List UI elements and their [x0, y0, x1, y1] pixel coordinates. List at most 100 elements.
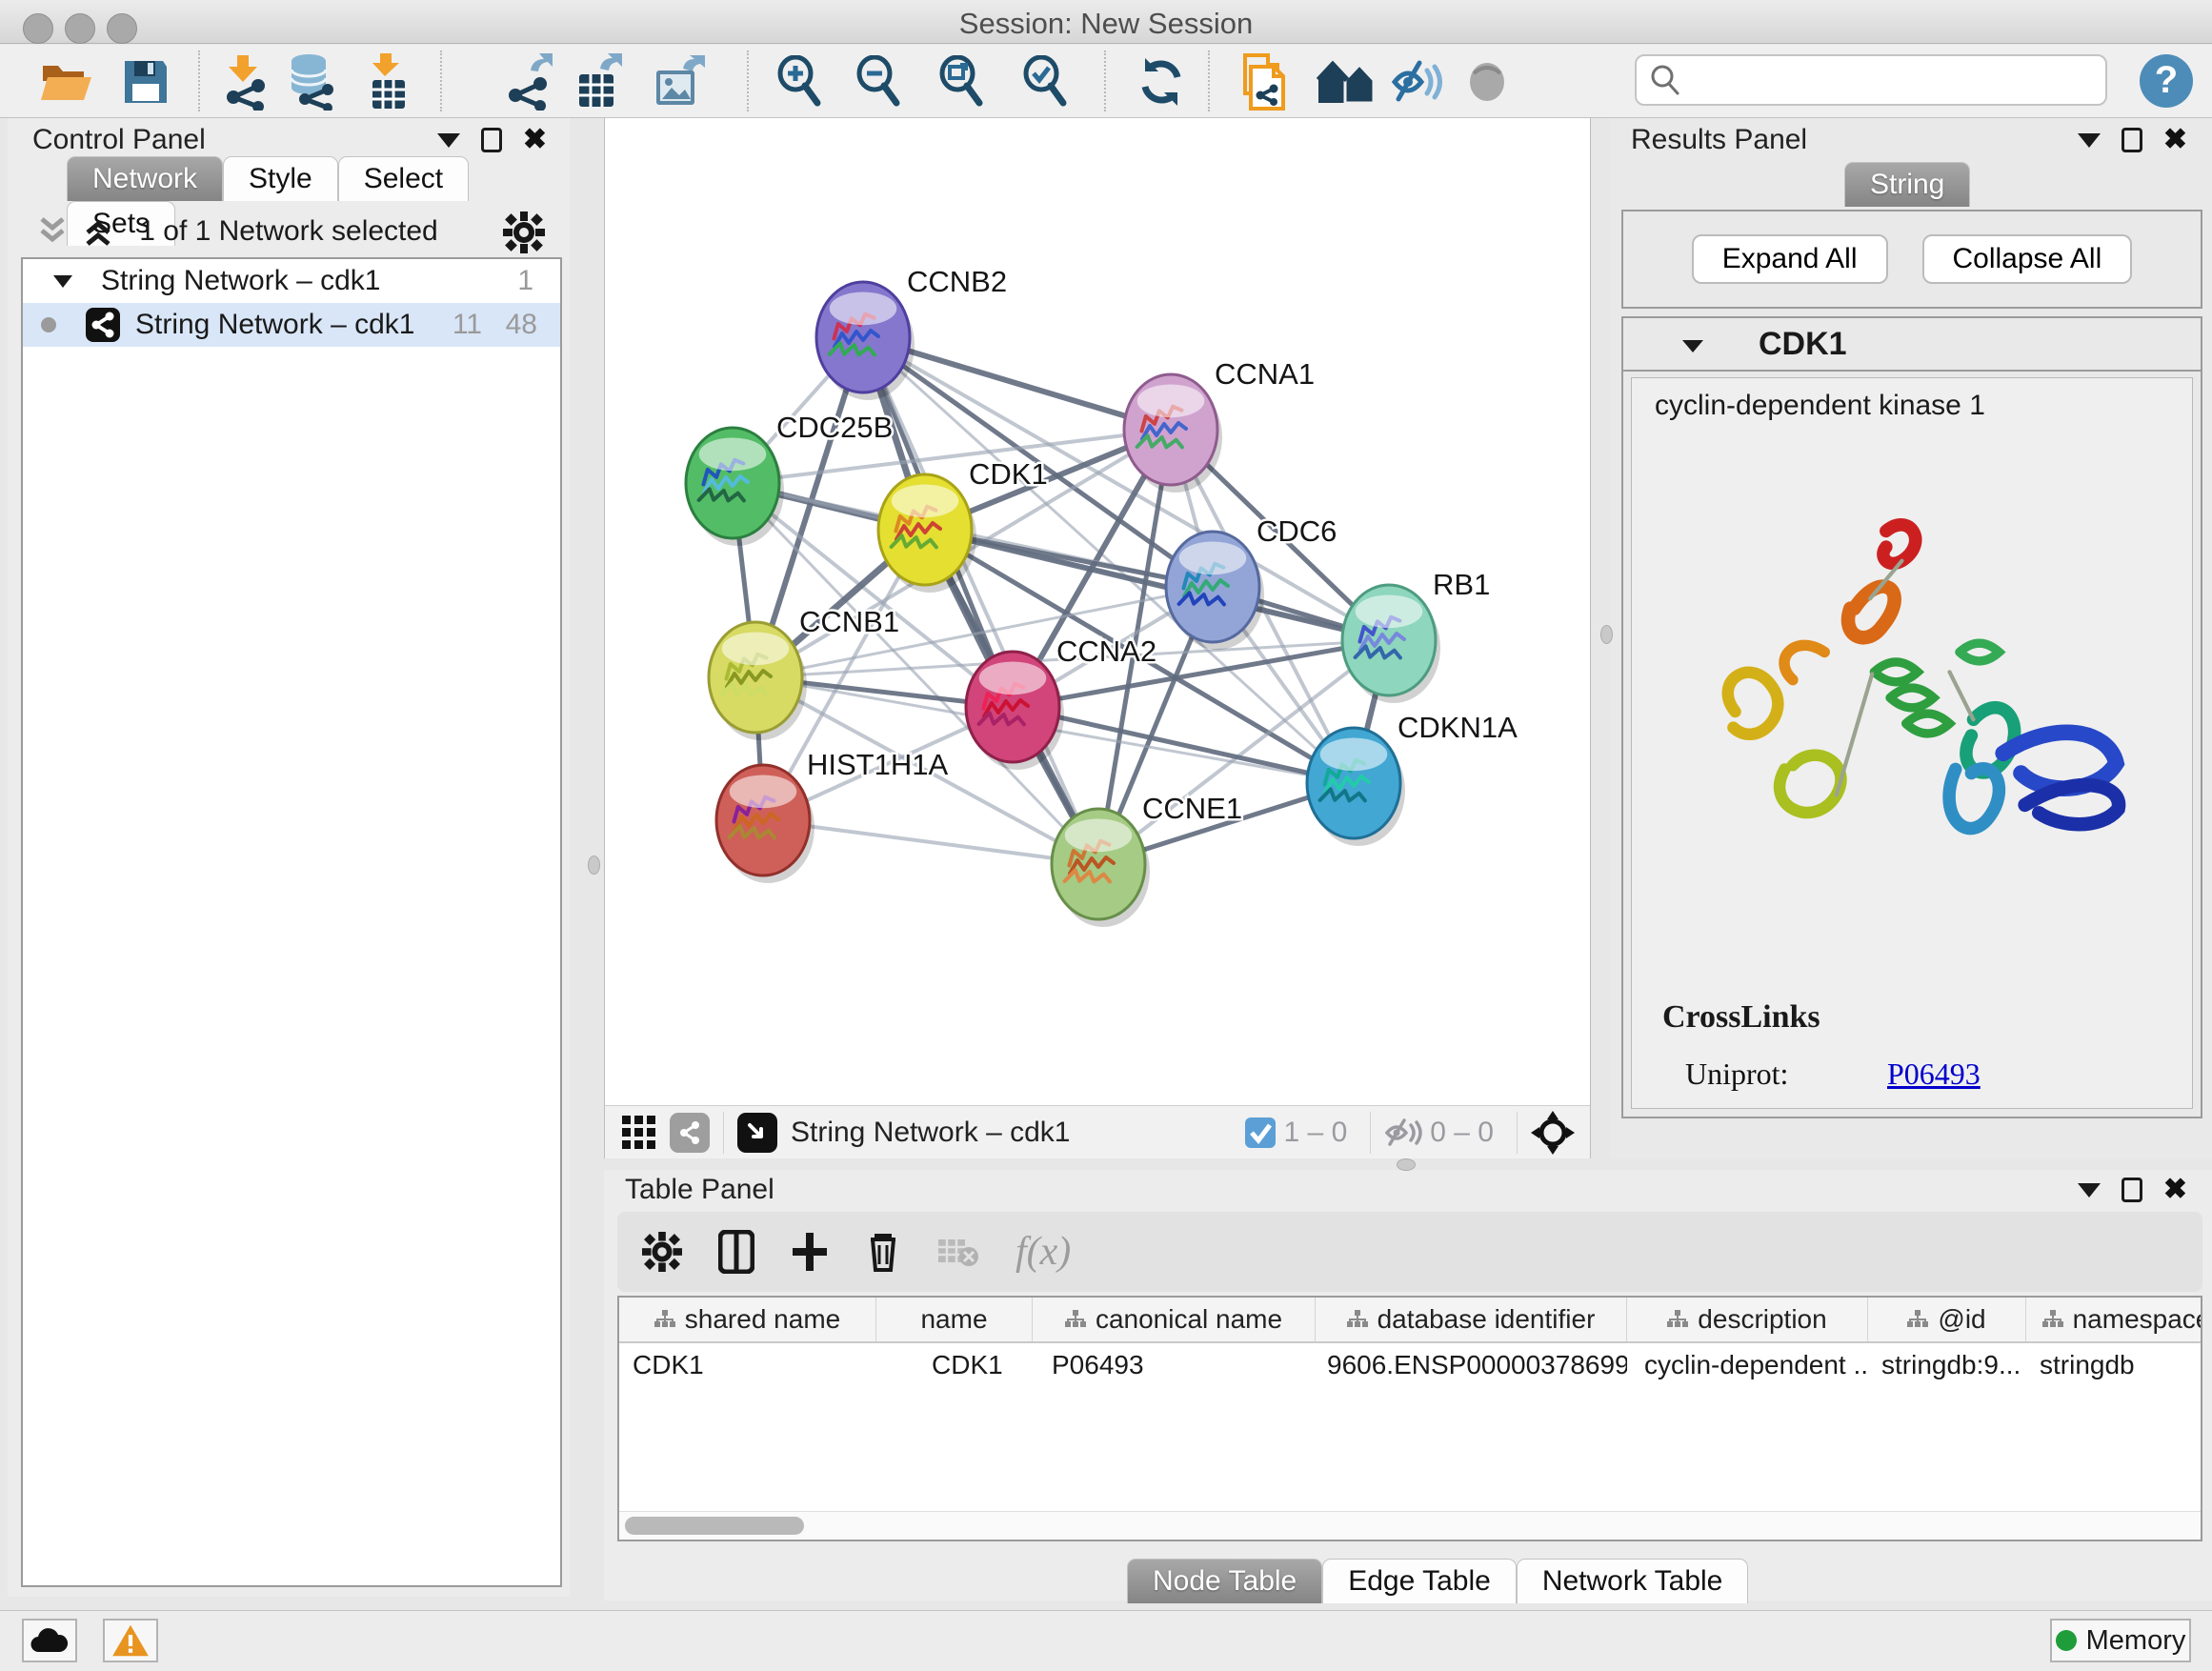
- network-node-CCNA1[interactable]: CCNA1: [1124, 357, 1315, 493]
- cell-namespace[interactable]: stringdb: [2026, 1343, 2202, 1387]
- left-splitter-grip[interactable]: [588, 856, 600, 875]
- hidden-eye-icon[interactable]: [1384, 1117, 1422, 1149]
- column-header[interactable]: database identifier: [1316, 1298, 1627, 1341]
- eye-gray-icon: [1461, 58, 1513, 106]
- network-edge[interactable]: [863, 337, 1098, 864]
- network-node-CDC6[interactable]: CDC6: [1166, 514, 1337, 650]
- column-header[interactable]: canonical name: [1033, 1298, 1316, 1341]
- panel-menu-icon[interactable]: [437, 133, 460, 148]
- cell-id[interactable]: stringdb:9...: [1868, 1343, 2026, 1387]
- close-panel-icon[interactable]: ✖: [523, 128, 547, 152]
- import-network-database-button[interactable]: [280, 52, 343, 111]
- center-view-crosshair-icon[interactable]: [1531, 1111, 1575, 1155]
- column-header[interactable]: namespace: [2026, 1298, 2202, 1341]
- network-node-CDC25B[interactable]: CDC25B: [686, 411, 893, 546]
- network-node-CDK1[interactable]: CDK1: [878, 457, 1048, 593]
- import-network-file-button[interactable]: [214, 52, 277, 111]
- float-panel-icon[interactable]: [481, 128, 502, 152]
- float-panel-icon[interactable]: [2122, 128, 2142, 152]
- column-header[interactable]: description: [1627, 1298, 1868, 1341]
- cell-name[interactable]: CDK1: [876, 1343, 1033, 1387]
- save-session-button[interactable]: [114, 52, 177, 111]
- node-table: shared name name canonical name database…: [617, 1296, 2202, 1541]
- network-collection-row[interactable]: String Network – cdk1 1: [23, 259, 560, 303]
- results-entry-header[interactable]: CDK1: [1623, 318, 2201, 372]
- show-columns-icon[interactable]: [718, 1230, 754, 1274]
- share-view-icon[interactable]: [670, 1113, 710, 1153]
- delete-table-icon[interactable]: [937, 1236, 979, 1268]
- table-panel-title: Table Panel: [625, 1174, 774, 1206]
- network-node-CCNA2[interactable]: CCNA2: [966, 634, 1156, 770]
- expand-all-button[interactable]: Expand All: [1692, 234, 1888, 284]
- clone-network-button[interactable]: [1231, 52, 1294, 111]
- cloud-status-button[interactable]: [22, 1619, 77, 1662]
- toggle-enhanced-labels-button[interactable]: [1387, 52, 1450, 111]
- column-header[interactable]: shared name: [619, 1298, 876, 1341]
- close-panel-icon[interactable]: ✖: [2163, 128, 2187, 152]
- network-node-CDKN1A[interactable]: CDKN1A: [1307, 711, 1518, 846]
- network-node-CCNB1[interactable]: CCNB1: [709, 605, 899, 740]
- cell-shared-name[interactable]: CDK1: [619, 1343, 876, 1387]
- export-image-button[interactable]: [649, 52, 712, 111]
- network-node-RB1[interactable]: RB1: [1342, 568, 1490, 703]
- cell-database-identifier[interactable]: 9606.ENSP00000378699: [1316, 1343, 1627, 1387]
- cell-canonical-name[interactable]: P06493: [1033, 1343, 1316, 1387]
- search-input[interactable]: [1690, 61, 2105, 99]
- cell-description[interactable]: cyclin-dependent ...: [1627, 1343, 1868, 1387]
- table-horizontal-scrollbar[interactable]: [619, 1511, 2201, 1540]
- toolbar-separator: [747, 50, 749, 111]
- entry-collapse-icon[interactable]: [1680, 337, 1705, 354]
- memory-button[interactable]: Memory: [2050, 1619, 2191, 1662]
- tab-edge-table[interactable]: Edge Table: [1322, 1559, 1517, 1603]
- network-row[interactable]: String Network – cdk1 11 48: [23, 303, 560, 347]
- help-button[interactable]: ?: [2140, 54, 2193, 108]
- collapse-all-button[interactable]: Collapse All: [1922, 234, 2133, 284]
- tab-network[interactable]: Network: [67, 156, 223, 201]
- toolbar-separator: [1208, 50, 1210, 111]
- open-session-button[interactable]: [36, 52, 99, 111]
- node-label: CCNA1: [1215, 357, 1315, 391]
- collection-expand-icon[interactable]: [51, 272, 74, 290]
- table-options-gear-icon[interactable]: [642, 1232, 682, 1272]
- birdseye-view-icon[interactable]: [737, 1113, 777, 1153]
- refresh-view-button[interactable]: [1130, 52, 1193, 111]
- tab-style[interactable]: Style: [223, 156, 338, 201]
- network-node-CCNE1[interactable]: CCNE1: [1052, 792, 1242, 927]
- column-header[interactable]: name: [876, 1298, 1033, 1341]
- zoom-out-button[interactable]: [848, 52, 911, 111]
- export-network-button[interactable]: [498, 52, 561, 111]
- table-row[interactable]: CDK1 CDK1 P06493 9606.ENSP00000378699 cy…: [619, 1343, 2201, 1387]
- tab-network-table[interactable]: Network Table: [1517, 1559, 1749, 1603]
- bottom-splitter-grip[interactable]: [1397, 1158, 1416, 1171]
- hidden-counts: 0 – 0: [1430, 1117, 1494, 1149]
- warning-icon: [111, 1623, 151, 1658]
- export-table-button[interactable]: [569, 52, 632, 111]
- selected-checkbox-icon[interactable]: [1244, 1117, 1277, 1149]
- panel-menu-icon[interactable]: [2078, 1183, 2101, 1198]
- column-header[interactable]: @id: [1868, 1298, 2026, 1341]
- network-canvas[interactable]: CCNB2CCNA1CDC25BCDK1CDC6RB1CCNB1CCNA2CDK…: [605, 118, 1592, 1105]
- warnings-button[interactable]: [103, 1619, 158, 1662]
- zoom-in-button[interactable]: [769, 52, 832, 111]
- window-title: Session: New Session: [0, 7, 2212, 41]
- scrollbar-thumb[interactable]: [625, 1517, 804, 1535]
- float-panel-icon[interactable]: [2122, 1178, 2142, 1202]
- grid-view-icon[interactable]: [620, 1114, 658, 1152]
- zoom-selected-button[interactable]: [1015, 52, 1077, 111]
- show-graphics-details-button[interactable]: [1456, 52, 1518, 111]
- panel-menu-icon[interactable]: [2078, 133, 2101, 148]
- create-column-icon[interactable]: [791, 1231, 829, 1273]
- tab-string[interactable]: String: [1844, 162, 1970, 207]
- tab-select[interactable]: Select: [338, 156, 469, 201]
- string-home-button[interactable]: [1316, 52, 1378, 111]
- network-options-gear-icon[interactable]: [503, 211, 545, 253]
- tab-node-table[interactable]: Node Table: [1127, 1559, 1322, 1603]
- function-builder-button[interactable]: f(x): [1016, 1229, 1071, 1275]
- close-panel-icon[interactable]: ✖: [2163, 1178, 2187, 1202]
- import-table-button[interactable]: [357, 52, 420, 111]
- zoom-fit-button[interactable]: [931, 52, 994, 111]
- delete-column-icon[interactable]: [865, 1230, 901, 1274]
- network-node-HIST1H1A[interactable]: HIST1H1A: [716, 748, 948, 883]
- right-splitter-grip[interactable]: [1600, 625, 1613, 644]
- crosslink-link[interactable]: P06493: [1887, 1057, 1981, 1092]
